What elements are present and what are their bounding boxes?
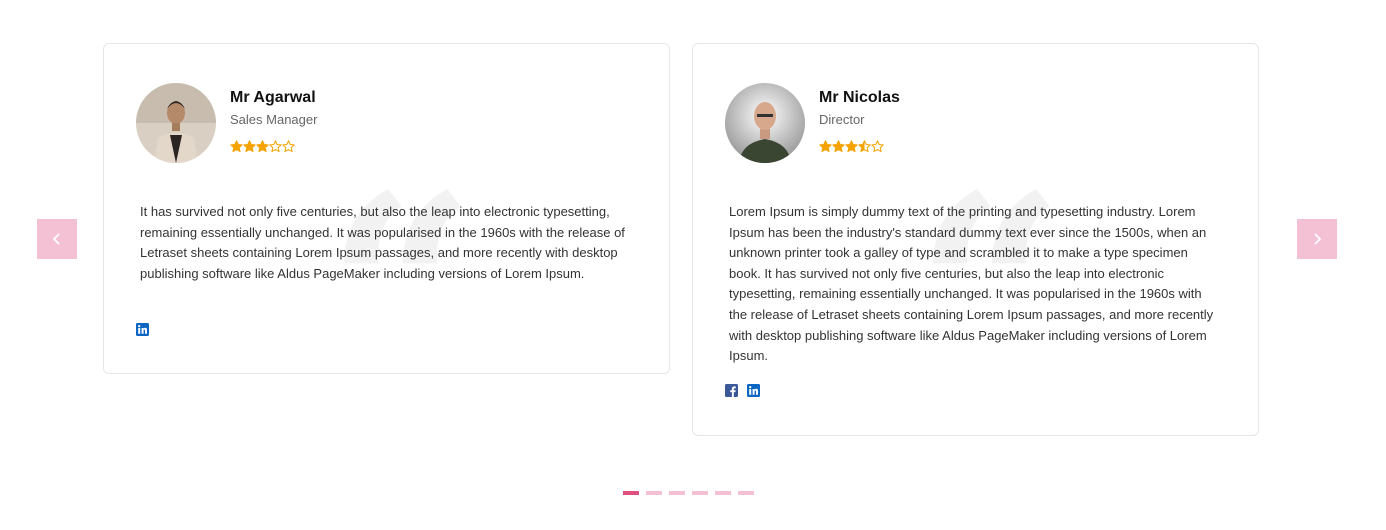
carousel-dot[interactable]	[715, 491, 731, 495]
quote-icon: “	[326, 139, 476, 444]
testimonial-text: It has survived not only five centuries,…	[140, 204, 625, 281]
star-filled-icon	[819, 140, 832, 153]
star-filled-icon	[243, 140, 256, 153]
carousel-dot[interactable]	[669, 491, 685, 495]
carousel-pagination	[623, 491, 754, 495]
star-filled-icon	[256, 140, 269, 153]
avatar	[725, 83, 805, 163]
star-rating	[819, 140, 884, 153]
social-links	[725, 384, 760, 397]
carousel-dot[interactable]	[623, 491, 639, 495]
star-empty-icon	[269, 140, 282, 153]
carousel-prev-button[interactable]	[37, 219, 77, 259]
linkedin-icon[interactable]	[136, 323, 149, 336]
star-rating	[230, 140, 295, 153]
star-filled-icon	[845, 140, 858, 153]
facebook-icon[interactable]	[725, 384, 738, 397]
carousel-dot[interactable]	[738, 491, 754, 495]
testimonial-text: Lorem Ipsum is simply dummy text of the …	[729, 204, 1214, 364]
star-half-icon	[858, 140, 871, 153]
carousel-dot[interactable]	[646, 491, 662, 495]
person-role: Sales Manager	[230, 112, 318, 127]
star-empty-icon	[282, 140, 295, 153]
carousel-next-button[interactable]	[1297, 219, 1337, 259]
social-links	[136, 323, 149, 336]
chevron-left-icon	[52, 233, 60, 245]
star-filled-icon	[230, 140, 243, 153]
star-filled-icon	[832, 140, 845, 153]
testimonial-card: Mr Nicolas Director “ Lorem Ipsum is sim…	[692, 43, 1259, 436]
linkedin-icon[interactable]	[747, 384, 760, 397]
person-name: Mr Agarwal	[230, 89, 316, 106]
avatar	[136, 83, 216, 163]
chevron-right-icon	[1314, 233, 1322, 245]
carousel-dot[interactable]	[692, 491, 708, 495]
person-role: Director	[819, 112, 865, 127]
star-empty-icon	[871, 140, 884, 153]
person-name: Mr Nicolas	[819, 89, 900, 106]
testimonial-card: Mr Agarwal Sales Manager “ It has surviv…	[103, 43, 670, 422]
